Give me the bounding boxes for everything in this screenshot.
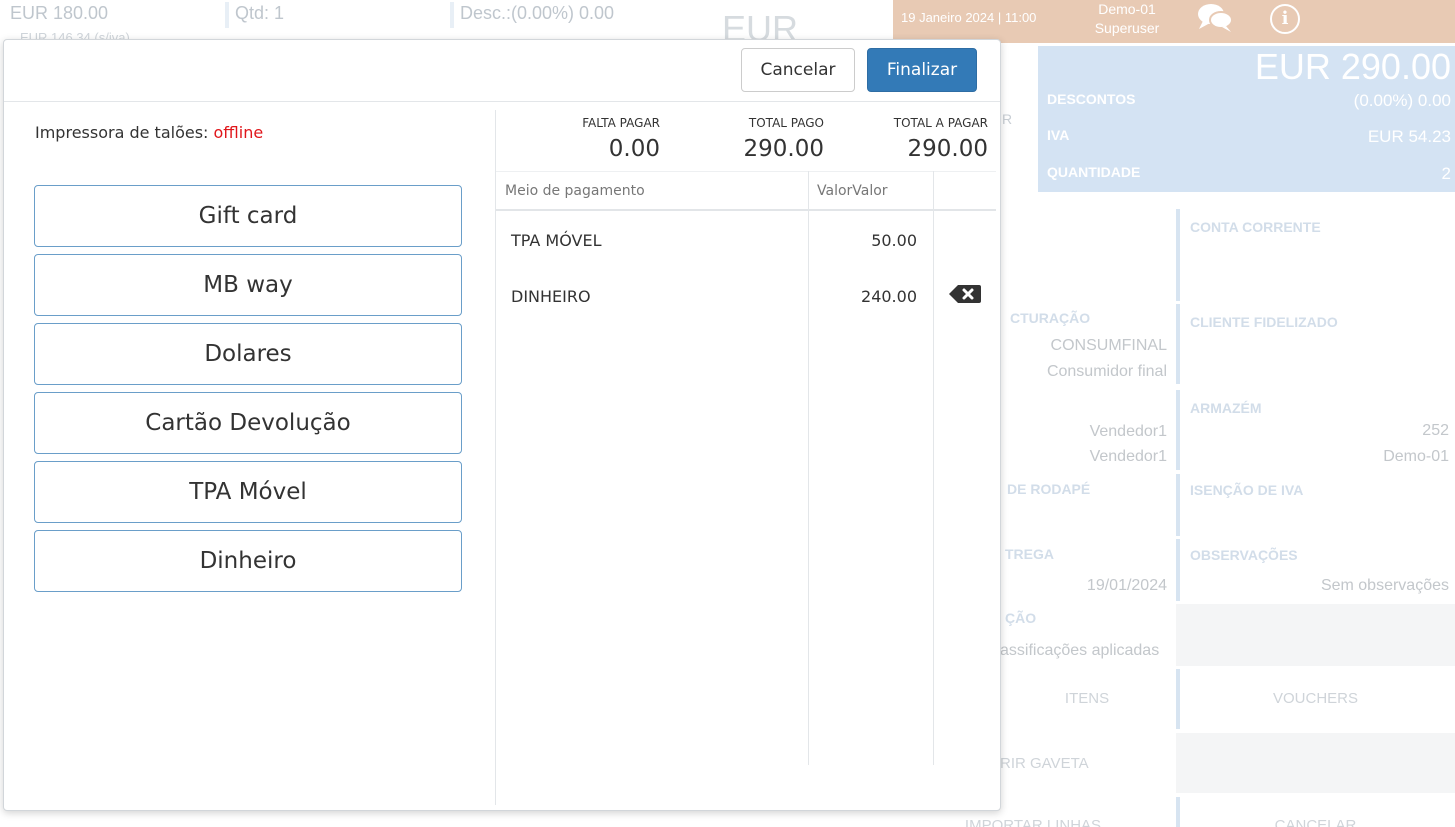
delivery-title: TREGA (1005, 546, 1054, 562)
cancel-sale-button[interactable]: CANCELAR (1176, 797, 1455, 827)
items-button[interactable]: ITENS (1001, 669, 1173, 729)
datetime: 19 Janeiro 2024 | 11:00 (901, 10, 1037, 25)
paid-summary: TOTAL PAGO 290.00 (704, 116, 824, 162)
payment-method-button[interactable]: Dolares (34, 323, 462, 385)
vat-value: EUR 54.23 (1367, 127, 1451, 146)
column-header-value: ValorValor (817, 183, 888, 199)
payment-method-button[interactable]: Cartão Devolução (34, 392, 462, 454)
open-drawer-button[interactable]: RIR GAVETA (1000, 755, 1120, 772)
billing-code: CONSUMFINAL (1050, 337, 1167, 354)
user-name: Superuser (1094, 20, 1160, 36)
to-pay-value: 290.00 (907, 136, 988, 162)
quantity-label: QUANTIDADE (1047, 164, 1141, 180)
printer-status: Impressora de talões: offline (35, 123, 263, 142)
classification-title: ÇÃO (1005, 610, 1037, 626)
payment-value-cell: 50.00 (871, 231, 917, 250)
warehouse-name: Demo-01 (1383, 448, 1449, 465)
tile-empty-2 (1176, 733, 1455, 793)
billing-name: Consumidor final (1046, 363, 1167, 380)
tile-title: OBSERVAÇÕES (1190, 547, 1298, 563)
quantity-row: QUANTIDADE 2 (1047, 164, 1451, 184)
vouchers-label: VOUCHERS (1272, 690, 1358, 707)
top-bar: 19 Janeiro 2024 | 11:00 Demo-01 Superuse… (893, 0, 1455, 43)
footer-title: DE RODAPÉ (1007, 481, 1091, 497)
payments-table-header: Meio de pagamento ValorValor (496, 171, 996, 211)
discount-label: DESCONTOS (1047, 91, 1136, 107)
divider (225, 2, 229, 28)
tile-title: ISENÇÃO DE IVA (1190, 482, 1304, 498)
vouchers-button[interactable]: VOUCHERS (1176, 669, 1455, 729)
classification-value: assificações aplicadas (1000, 642, 1160, 659)
import-lines-label: IMPORTAR LINHAS (964, 817, 1102, 827)
chat-icon[interactable] (1195, 0, 1235, 36)
delivery-date: 19/01/2024 (1086, 577, 1167, 594)
tile-notes[interactable]: OBSERVAÇÕES Sem observações (1176, 539, 1455, 601)
totals-panel: EUR 290.00 DESCONTOS (0.00%) 0.00 IVA EU… (1038, 46, 1455, 192)
tile-bar (1176, 539, 1180, 601)
payment-method-button[interactable]: Gift card (34, 185, 462, 247)
to-pay-label: TOTAL A PAGAR (893, 116, 988, 130)
column-header-method: Meio de pagamento (505, 183, 645, 199)
tile-title: ARMAZÉM (1190, 400, 1262, 416)
tile-empty (1176, 604, 1455, 666)
payment-modal: Cancelar Finalizar Impressora de talões:… (3, 39, 1001, 811)
notes-value: Sem observações (1320, 577, 1449, 594)
payment-method-cell: DINHEIRO (511, 287, 591, 306)
discount-value: (0.00%) 0.00 (1353, 91, 1451, 110)
printer-label: Impressora de talões: (35, 123, 214, 142)
tile-title: CLIENTE FIDELIZADO (1190, 314, 1338, 330)
product-discount: Desc.:(0.00%) 0.00 (460, 3, 615, 23)
payment-method-button[interactable]: MB way (34, 254, 462, 316)
tile-warehouse[interactable]: ARMAZÉM 252 Demo-01 (1176, 390, 1455, 470)
divider (450, 2, 454, 28)
to-pay-summary: TOTAL A PAGAR 290.00 (864, 116, 988, 162)
info-icon[interactable]: i (1270, 4, 1300, 34)
tile-bar (1176, 209, 1180, 301)
total-value: EUR 290.00 (1254, 46, 1451, 87)
tile-bar (1176, 390, 1180, 470)
store-name: Demo-01 (1098, 1, 1156, 17)
items-label: ITENS (1064, 690, 1110, 707)
modal-header: Cancelar Finalizar (4, 40, 1000, 102)
tile-bar (1176, 304, 1180, 384)
tile-vat-exemption[interactable]: ISENÇÃO DE IVA (1176, 474, 1455, 536)
cancel-sale-label: CANCELAR (1274, 817, 1357, 827)
tile-current-account[interactable]: CONTA CORRENTE (1176, 209, 1455, 301)
tile-bar (1176, 474, 1180, 536)
product-qty: Qtd: 1 (235, 3, 285, 23)
tile-title: CONTA CORRENTE (1190, 219, 1321, 235)
table-row: TPA MÓVEL 50.00 (496, 212, 996, 268)
discount-row: DESCONTOS (0.00%) 0.00 (1047, 91, 1451, 111)
billing-title: CTURAÇÃO (1010, 310, 1091, 326)
missing-value: 0.00 (608, 136, 660, 162)
vat-label: IVA (1047, 127, 1070, 143)
seller-2: Vendedor1 (1089, 448, 1167, 465)
printer-status-value: offline (213, 123, 264, 142)
cancel-button[interactable]: Cancelar (741, 48, 855, 92)
payment-value-cell: 240.00 (861, 287, 917, 306)
payment-method-button[interactable]: Dinheiro (34, 530, 462, 592)
missing-summary: FALTA PAGAR 0.00 (564, 116, 660, 162)
payment-method-cell: TPA MÓVEL (511, 231, 602, 250)
product-price: EUR 180.00 (10, 3, 109, 23)
side-letter: R (1002, 111, 1013, 127)
quantity-value: 2 (1441, 164, 1451, 183)
user-info: Demo-01 Superuser (1088, 0, 1166, 38)
backspace-icon[interactable] (948, 283, 982, 305)
vat-row: IVA EUR 54.23 (1047, 127, 1451, 147)
missing-label: FALTA PAGAR (582, 116, 660, 130)
table-row: DINHEIRO 240.00 (496, 268, 996, 324)
payment-method-button[interactable]: TPA Móvel (34, 461, 462, 523)
paid-value: 290.00 (743, 136, 824, 162)
paid-label: TOTAL PAGO (748, 116, 824, 130)
tile-loyalty[interactable]: CLIENTE FIDELIZADO (1176, 304, 1455, 384)
seller-1: Vendedor1 (1089, 423, 1167, 440)
finish-button[interactable]: Finalizar (867, 48, 977, 92)
warehouse-code: 252 (1422, 422, 1449, 439)
